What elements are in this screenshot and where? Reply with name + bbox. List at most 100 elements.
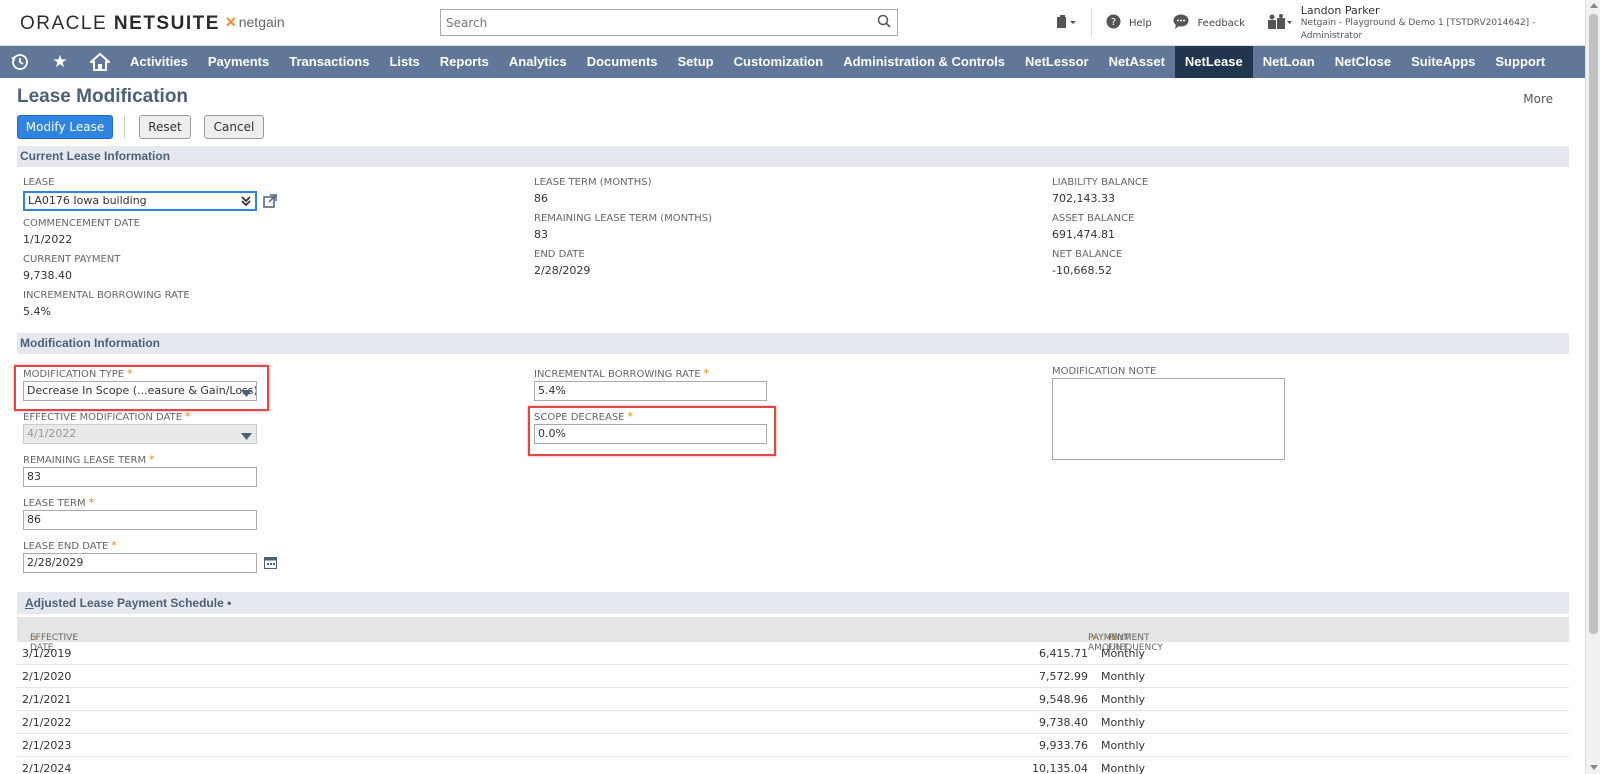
commencement-date-label: COMMENCEMENT DATE bbox=[23, 218, 140, 229]
modification-note-label: MODIFICATION NOTE bbox=[1052, 366, 1157, 377]
nav-support[interactable]: Support bbox=[1485, 46, 1555, 78]
lease-term-label-text: LEASE TERM bbox=[23, 498, 86, 509]
effective-modification-date-label: EFFECTIVE MODIFICATION DATE * bbox=[23, 410, 191, 423]
modification-section-header[interactable]: Modification Information bbox=[17, 333, 1569, 354]
open-record-icon[interactable] bbox=[263, 194, 277, 211]
nav-reports[interactable]: Reports bbox=[430, 46, 499, 78]
caret-down-icon bbox=[241, 429, 252, 443]
nav-analytics[interactable]: Analytics bbox=[499, 46, 577, 78]
effective-date-label-text: EFFECTIVE MODIFICATION DATE bbox=[23, 412, 183, 423]
favorites-star-icon[interactable]: ★ bbox=[40, 46, 80, 78]
nav-suiteapps[interactable]: SuiteApps bbox=[1401, 46, 1485, 78]
required-marker: * bbox=[88, 496, 95, 509]
logo-netsuite-text: NETSUITE bbox=[113, 13, 220, 34]
double-chevron-down-icon[interactable] bbox=[240, 195, 252, 209]
end-date-value: 2/28/2029 bbox=[534, 264, 591, 277]
table-row[interactable]: 2/1/2020 7,572.99 Monthly bbox=[17, 665, 1569, 688]
nav-transactions[interactable]: Transactions bbox=[279, 46, 379, 78]
nav-documents[interactable]: Documents bbox=[577, 46, 668, 78]
recent-history-icon[interactable] bbox=[0, 46, 40, 78]
lease-end-date-label: LEASE END DATE * bbox=[23, 539, 117, 552]
recent-records-icon[interactable] bbox=[1055, 14, 1077, 33]
cancel-button[interactable]: Cancel bbox=[204, 115, 264, 139]
nav-payments[interactable]: Payments bbox=[198, 46, 279, 78]
modification-type-label-text: MODIFICATION TYPE bbox=[23, 369, 125, 380]
header-right-tools: ? Help Feedback Landon Parker Netgain - … bbox=[1055, 0, 1585, 46]
nav-netclose[interactable]: NetClose bbox=[1325, 46, 1401, 78]
feedback-link[interactable]: Feedback bbox=[1197, 18, 1245, 29]
calendar-icon[interactable] bbox=[264, 556, 277, 572]
table-row[interactable]: 2/1/2022 9,738.40 Monthly bbox=[17, 711, 1569, 734]
nav-activities[interactable]: Activities bbox=[120, 46, 198, 78]
netgain-logo-text: netgain bbox=[238, 14, 285, 30]
logo-oracle-text: ORACLE bbox=[20, 13, 108, 34]
row-date: 2/1/2024 bbox=[22, 762, 72, 774]
lease-select[interactable]: LA0176 Iowa building bbox=[23, 191, 257, 211]
search-icon[interactable] bbox=[877, 14, 891, 31]
row-amount: 9,548.96 bbox=[1039, 693, 1088, 706]
nav-administration-controls[interactable]: Administration & Controls bbox=[833, 46, 1015, 78]
scrollbar-thumb[interactable] bbox=[1589, 14, 1598, 634]
scroll-down-arrow-icon[interactable] bbox=[1590, 765, 1598, 770]
modification-type-select[interactable]: Decrease In Scope (...easure & Gain/Loss… bbox=[23, 381, 257, 401]
scroll-up-arrow-icon[interactable] bbox=[1590, 3, 1598, 8]
nav-lists[interactable]: Lists bbox=[379, 46, 429, 78]
modify-lease-button[interactable]: Modify Lease bbox=[17, 115, 113, 139]
top-header: ORACLE NETSUITE ✕netgain ? Help Feedback… bbox=[0, 0, 1585, 46]
lease-term-mod-label: LEASE TERM * bbox=[23, 496, 94, 509]
nav-customization[interactable]: Customization bbox=[724, 46, 834, 78]
oracle-netsuite-logo[interactable]: ORACLE NETSUITE bbox=[20, 13, 220, 35]
nav-netlease[interactable]: NetLease bbox=[1174, 46, 1253, 78]
remaining-lease-term-input[interactable]: 83 bbox=[23, 467, 257, 487]
feedback-icon[interactable] bbox=[1173, 14, 1189, 32]
role-switch-icon[interactable] bbox=[1267, 13, 1293, 33]
net-balance-label: NET BALANCE bbox=[1052, 249, 1123, 260]
table-row[interactable]: 3/1/2019 6,415.71 Monthly bbox=[17, 642, 1569, 665]
table-row[interactable]: 2/1/2021 9,548.96 Monthly bbox=[17, 688, 1569, 711]
help-icon[interactable]: ? bbox=[1106, 14, 1121, 32]
caret-down-icon[interactable] bbox=[241, 386, 252, 400]
schedule-title-text: djusted Lease Payment Schedule bbox=[33, 596, 224, 610]
table-row[interactable]: 2/1/2024 10,135.04 Monthly bbox=[17, 757, 1569, 774]
current-lease-section-header[interactable]: Current Lease Information bbox=[17, 146, 1569, 167]
row-date: 2/1/2021 bbox=[22, 693, 72, 706]
table-row[interactable]: 2/1/2023 9,933.76 Monthly bbox=[17, 734, 1569, 757]
user-info[interactable]: Landon Parker Netgain - Playground & Dem… bbox=[1301, 4, 1585, 43]
row-date: 3/1/2019 bbox=[22, 647, 72, 660]
home-icon[interactable] bbox=[80, 46, 120, 78]
netgain-mark-icon: ✕ bbox=[225, 14, 237, 30]
incremental-borrowing-rate-value: 5.4% bbox=[23, 305, 51, 318]
current-payment-label: CURRENT PAYMENT bbox=[23, 254, 121, 265]
nav-netloan[interactable]: NetLoan bbox=[1253, 46, 1325, 78]
scope-decrease-input[interactable]: 0.0% bbox=[534, 424, 767, 444]
row-amount: 7,572.99 bbox=[1039, 670, 1088, 683]
lease-end-date-input[interactable]: 2/28/2029 bbox=[23, 553, 257, 573]
nav-setup[interactable]: Setup bbox=[668, 46, 724, 78]
payment-schedule-section-header[interactable]: Adjusted Lease Payment Schedule • bbox=[17, 592, 1569, 614]
nav-netasset[interactable]: NetAsset bbox=[1099, 46, 1175, 78]
help-link[interactable]: Help bbox=[1129, 18, 1152, 29]
required-marker: * bbox=[149, 453, 155, 466]
incremental-borrowing-rate-mod-label: INCREMENTAL BORROWING RATE * bbox=[534, 367, 709, 380]
modification-note-textarea[interactable] bbox=[1052, 378, 1285, 460]
scope-decrease-label-text: SCOPE DECREASE bbox=[534, 412, 625, 423]
global-search[interactable] bbox=[440, 9, 898, 36]
user-account: Netgain - Playground & Demo 1 [TSTDRV201… bbox=[1300, 17, 1536, 41]
nav-netlessor[interactable]: NetLessor bbox=[1015, 46, 1099, 78]
lease-label: LEASE bbox=[23, 177, 55, 188]
row-frequency: Monthly bbox=[1101, 739, 1146, 752]
search-input[interactable] bbox=[441, 10, 861, 35]
more-menu[interactable]: More bbox=[1523, 92, 1553, 106]
lease-term-input[interactable]: 86 bbox=[23, 510, 257, 530]
modification-type-value: Decrease In Scope (...easure & Gain/Loss… bbox=[27, 384, 257, 397]
row-frequency: Monthly bbox=[1101, 647, 1146, 660]
page-scrollbar[interactable] bbox=[1585, 0, 1600, 774]
required-marker: * bbox=[111, 539, 117, 552]
user-name: Landon Parker bbox=[1300, 3, 1380, 17]
incremental-borrowing-rate-input[interactable]: 5.4% bbox=[534, 381, 767, 401]
reset-button[interactable]: Reset bbox=[139, 115, 191, 139]
remaining-lease-term-value: 83 bbox=[534, 228, 548, 241]
commencement-date-value: 1/1/2022 bbox=[23, 233, 73, 246]
incremental-borrowing-rate-label: INCREMENTAL BORROWING RATE bbox=[23, 290, 190, 301]
row-amount: 9,933.76 bbox=[1039, 739, 1088, 752]
